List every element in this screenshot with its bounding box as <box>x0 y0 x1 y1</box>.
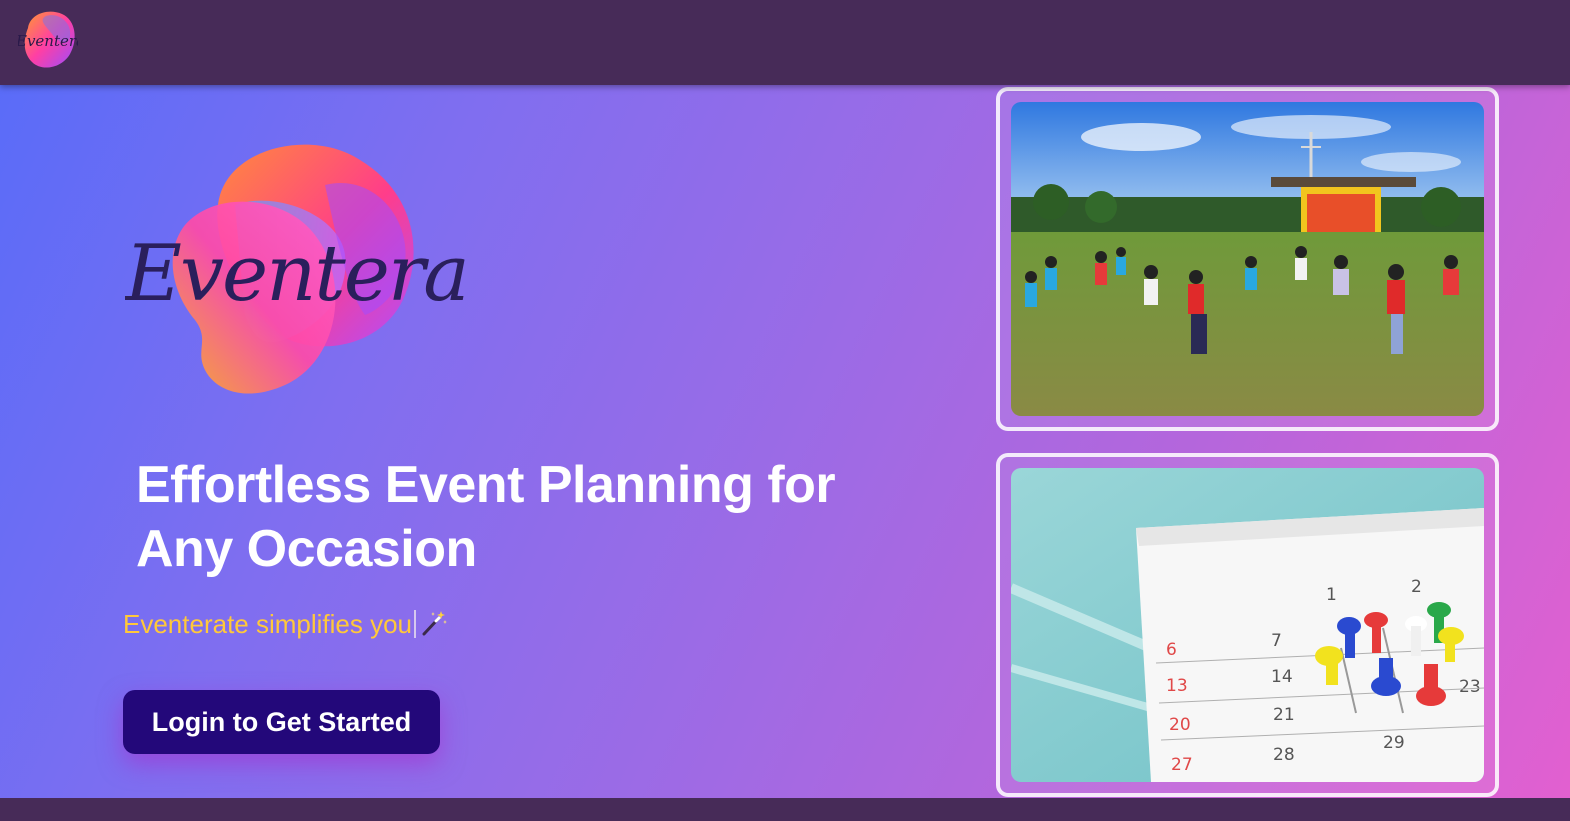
calendar-number: 2 <box>1411 577 1422 597</box>
calendar-number: 6 <box>1166 640 1177 660</box>
headline-line-1: Effortless Event Planning for <box>136 456 836 514</box>
outdoor-event-photo <box>1011 102 1484 416</box>
calendar-photo-card: 6 7 13 14 20 21 27 28 29 23 1 2 <box>996 453 1499 797</box>
magic-wand-icon <box>422 611 448 636</box>
typing-cursor <box>414 610 417 638</box>
calendar-number: 23 <box>1459 677 1481 697</box>
calendar-number: 27 <box>1171 755 1193 775</box>
calendar-number: 21 <box>1273 705 1295 725</box>
hero-section: Eventerate Effortless Event Planning for… <box>0 85 1570 798</box>
tagline-text: Eventerate simplifies you <box>123 609 413 639</box>
svg-text:Eventerate: Eventerate <box>18 32 78 50</box>
event-photo-card <box>996 87 1499 431</box>
calendar-number: 28 <box>1273 745 1295 765</box>
calendar-number: 14 <box>1271 667 1293 687</box>
login-button[interactable]: Login to Get Started <box>123 690 440 754</box>
calendar-number: 29 <box>1383 733 1405 753</box>
eventerate-hero-logo: Eventerate <box>125 144 465 394</box>
calendar-number: 7 <box>1271 631 1282 651</box>
svg-text:Eventerate: Eventerate <box>125 229 465 319</box>
headline-line-2: Any Occasion <box>136 520 477 578</box>
calendar-pins-photo: 6 7 13 14 20 21 27 28 29 23 1 2 <box>1011 468 1484 782</box>
top-navbar: Eventerate <box>0 0 1570 85</box>
footer-strip <box>0 798 1570 821</box>
hero-headline: Effortless Event Planning for Any Occasi… <box>136 453 896 581</box>
calendar-number: 1 <box>1326 585 1337 605</box>
eventerate-logo-icon[interactable]: Eventerate <box>18 8 78 72</box>
hero-tagline: Eventerate simplifies you <box>123 609 448 640</box>
calendar-number: 20 <box>1169 715 1191 735</box>
calendar-number: 13 <box>1166 676 1188 696</box>
